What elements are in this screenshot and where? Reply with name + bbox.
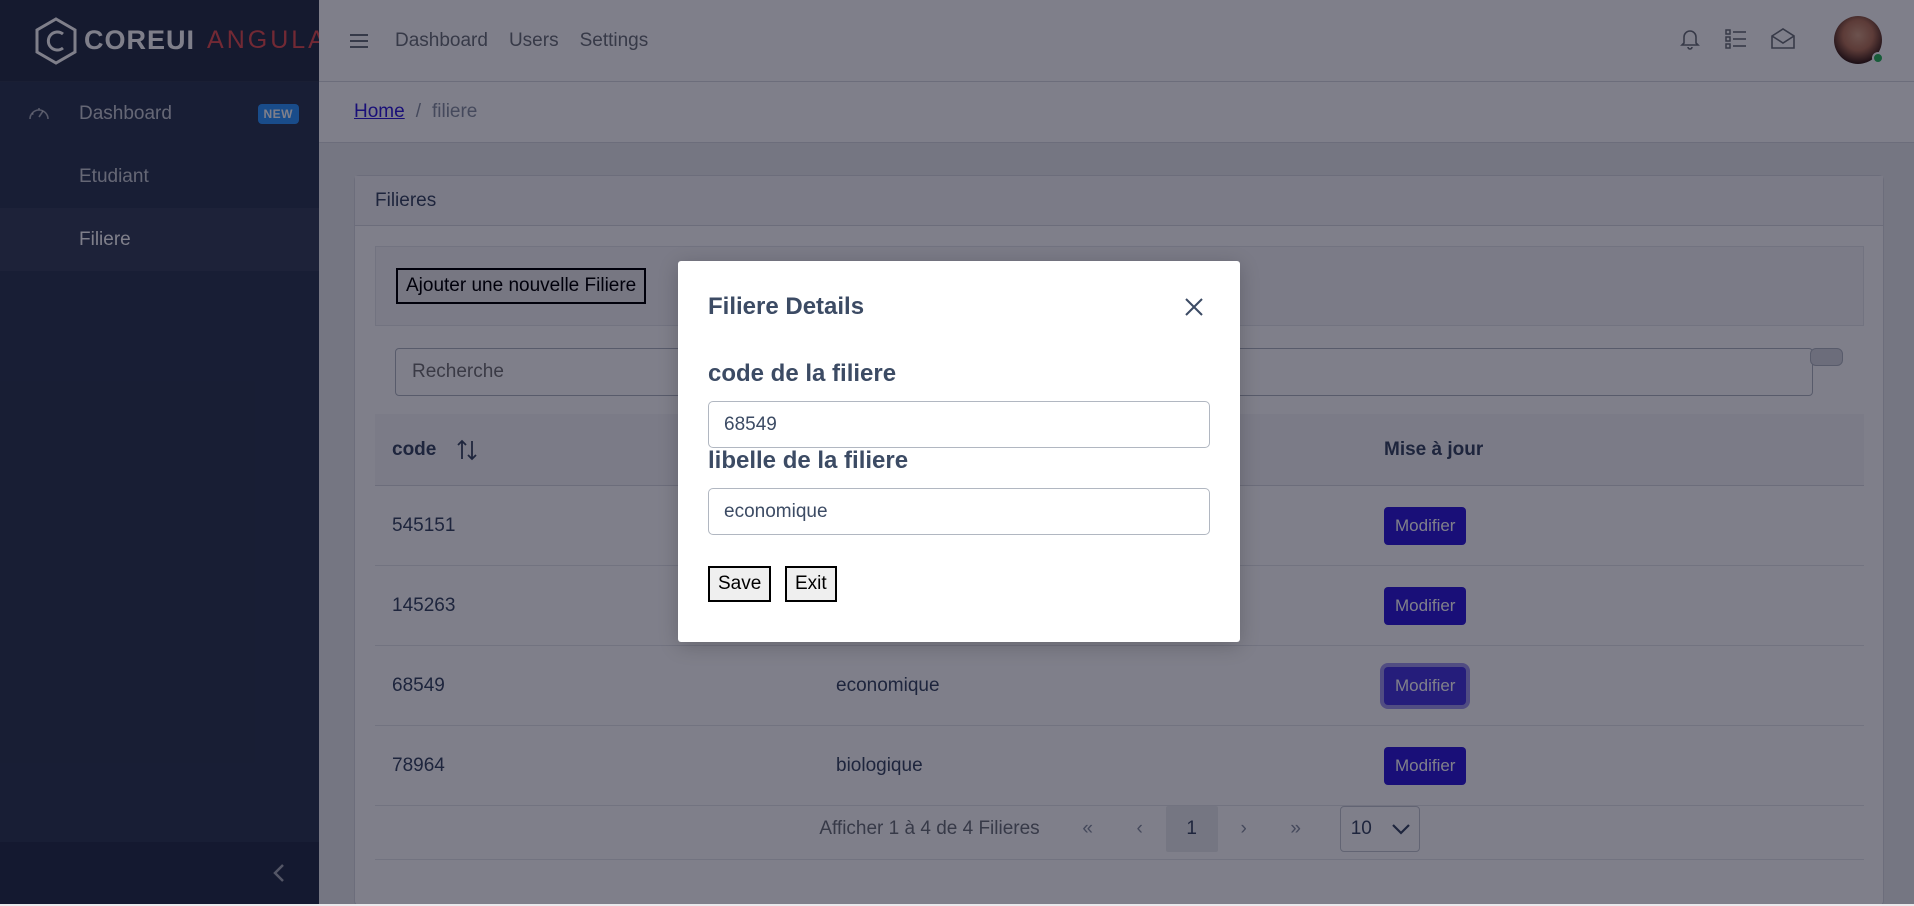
modal-title: Filiere Details — [708, 293, 865, 320]
code-field-label: code de la filiere — [708, 360, 897, 387]
libelle-field-label: libelle de la filiere — [708, 447, 909, 474]
close-icon[interactable] — [1184, 297, 1204, 317]
libelle-field[interactable] — [708, 488, 1210, 535]
code-field[interactable] — [708, 401, 1210, 448]
save-button[interactable]: Save — [708, 566, 772, 602]
filiere-details-modal: Filiere Details code de la filiere libel… — [678, 261, 1240, 642]
exit-button[interactable]: Exit — [785, 566, 837, 602]
